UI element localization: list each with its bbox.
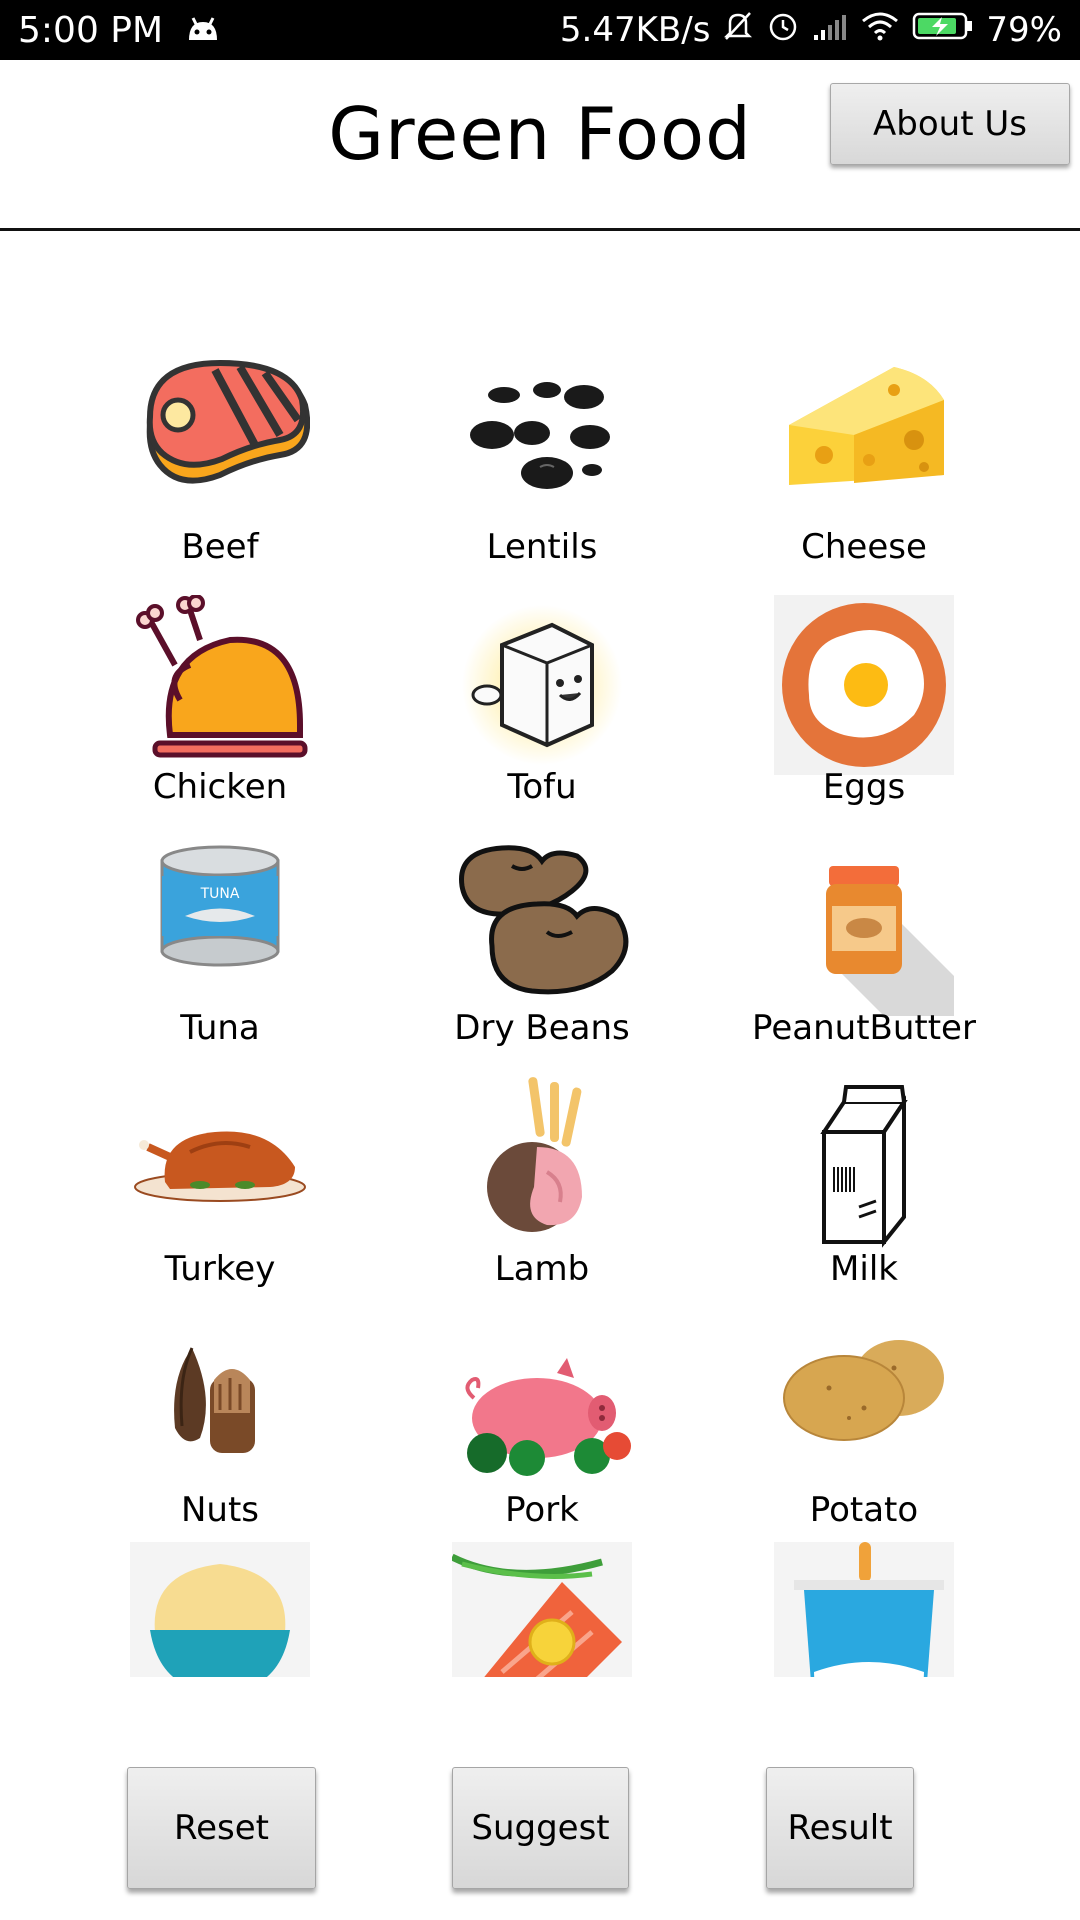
food-item-potato[interactable]: Potato <box>714 1318 1014 1558</box>
suggest-button[interactable]: Suggest <box>452 1767 629 1889</box>
food-label: Tofu <box>507 767 577 807</box>
food-label: Nuts <box>180 1490 260 1530</box>
tofu-icon <box>452 595 632 775</box>
food-label: Beef <box>181 527 259 567</box>
status-time: 5:00 PM <box>18 9 164 51</box>
egg-icon <box>774 595 954 775</box>
food-item-salmon[interactable] <box>392 1542 692 1782</box>
food-item-eggs[interactable]: Eggs <box>714 595 1014 835</box>
pig-icon <box>452 1318 632 1498</box>
food-item-cheese[interactable]: Cheese <box>714 355 1014 595</box>
alarm-icon <box>766 9 800 52</box>
food-item-lamb[interactable]: Lamb <box>392 1077 692 1317</box>
header-divider <box>0 228 1080 231</box>
android-icon <box>185 10 221 51</box>
wifi-icon <box>860 10 900 50</box>
svg-text:TUNA: TUNA <box>200 886 240 902</box>
food-label: Lentils <box>486 527 598 567</box>
beef-icon <box>130 355 311 535</box>
food-label: Tuna <box>180 1008 260 1048</box>
food-item-dry-beans[interactable]: Dry Beans <box>392 836 692 1076</box>
food-label: PeanutButter <box>752 1008 976 1048</box>
food-item-chicken[interactable]: Chicken <box>70 594 370 835</box>
lentils-icon <box>452 355 632 535</box>
food-label: Potato <box>809 1490 919 1530</box>
signal-icon <box>812 10 848 50</box>
mute-icon <box>722 9 754 52</box>
food-label: Eggs <box>822 767 906 807</box>
food-item-rice[interactable] <box>70 1542 370 1782</box>
network-speed: 5.47KB/s <box>559 10 711 50</box>
food-item-beef[interactable]: Beef <box>70 355 370 595</box>
reset-button[interactable]: Reset <box>127 1767 316 1889</box>
food-item-nuts[interactable]: Nuts <box>70 1318 370 1558</box>
food-item-yogurt[interactable] <box>714 1542 1014 1782</box>
milk-carton-icon <box>774 1077 954 1257</box>
yogurt-icon <box>774 1542 954 1677</box>
potato-icon <box>774 1318 954 1498</box>
food-label: Cheese <box>801 527 927 567</box>
food-item-tuna[interactable]: TUNA Tuna <box>70 836 370 1076</box>
chicken-icon <box>130 594 310 775</box>
food-label: Pork <box>505 1490 579 1530</box>
salmon-icon <box>452 1542 632 1677</box>
food-item-pork[interactable]: Pork <box>392 1318 692 1558</box>
food-item-turkey[interactable]: Turkey <box>70 1077 370 1317</box>
food-item-tofu[interactable]: Tofu <box>392 595 692 835</box>
food-label: Lamb <box>494 1249 590 1289</box>
food-item-peanut-butter[interactable]: PeanutButter <box>714 836 1014 1076</box>
nuts-icon <box>130 1318 310 1498</box>
battery-icon <box>912 10 974 50</box>
result-button[interactable]: Result <box>766 1767 914 1889</box>
food-label: Milk <box>830 1249 898 1289</box>
food-label: Turkey <box>164 1249 276 1289</box>
dry-beans-icon <box>452 836 632 1016</box>
food-label: Dry Beans <box>454 1008 630 1048</box>
food-item-milk[interactable]: Milk <box>714 1077 1014 1317</box>
turkey-icon <box>130 1077 310 1257</box>
food-item-lentils[interactable]: Lentils <box>392 355 692 595</box>
status-bar: 5:00 PM 5.47KB/s 79% <box>0 0 1080 60</box>
tuna-can-icon: TUNA <box>130 836 310 1016</box>
rice-bowl-icon <box>130 1542 310 1677</box>
food-label: Chicken <box>152 767 288 807</box>
lamb-icon <box>452 1077 632 1257</box>
about-us-button[interactable]: About Us <box>830 83 1070 165</box>
cheese-icon <box>774 355 954 535</box>
battery-percent: 79% <box>986 10 1062 50</box>
peanut-butter-icon <box>774 836 954 1016</box>
